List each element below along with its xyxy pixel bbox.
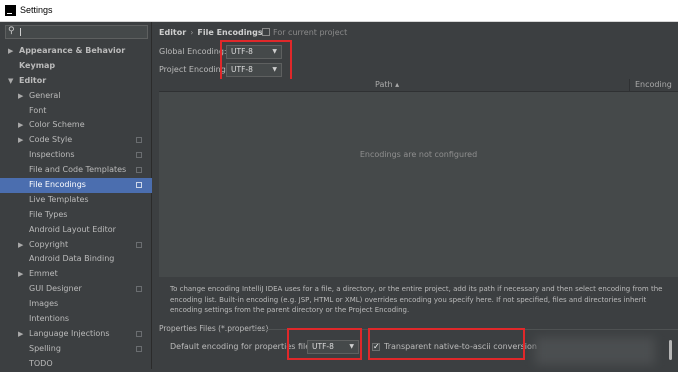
sidebar-item-label: Copyright [29,239,69,249]
sidebar-item-language-injections[interactable]: ▶ Language Injections [0,327,152,342]
scope-note: For current project [262,28,347,37]
sidebar-item-file-encodings[interactable]: File Encodings [0,178,152,193]
sidebar-item-label: Emmet [29,269,58,279]
sidebar-item-file-and-code-templates[interactable]: File and Code Templates [0,163,152,178]
table-header: Path ▴ Encoding [159,79,678,92]
sidebar-item-label: File Encodings [29,180,86,190]
sidebar-item-appearance-behavior[interactable]: ▶ Appearance & Behavior [0,44,152,59]
blurred-region [535,337,655,365]
sidebar-item-label: Language Injections [29,328,110,338]
sidebar-item-android-layout-editor[interactable]: Android Layout Editor [0,223,152,238]
sidebar-item-label: General [29,90,61,100]
column-header-encoding[interactable]: Encoding [629,79,672,91]
sidebar-item-file-types[interactable]: File Types [0,208,152,223]
settings-tree: ▶ Appearance & Behavior Keymap ▼ Editor ▶ Gene… [0,44,152,372]
sidebar-item-editor[interactable]: ▼ Editor [0,74,152,89]
sidebar-item-label: File and Code Templates [29,165,127,175]
table-empty-text: Encodings are not configured [359,150,478,159]
sidebar-item-code-style[interactable]: ▶ Code Style [0,133,152,148]
scrollbar-thumb[interactable] [669,340,672,360]
sidebar-item-gui-designer[interactable]: GUI Designer [0,282,152,297]
search-caret [20,28,21,36]
project-scope-icon [136,152,142,159]
expand-down-icon[interactable]: ▼ [8,74,13,89]
sidebar-item-label: Inspections [29,150,75,160]
expand-right-icon[interactable]: ▶ [18,327,23,342]
breadcrumb-current: File Encodings [197,28,263,37]
breadcrumb-separator: › [190,28,194,37]
sidebar-item-images[interactable]: Images [0,297,152,312]
project-scope-icon [136,330,142,337]
sidebar-item-spelling[interactable]: Spelling [0,342,152,357]
annotation-highlight-box [220,40,292,81]
breadcrumb-parent[interactable]: Editor [159,28,186,37]
sidebar-item-label: Editor [19,75,47,85]
encoding-description: To change encoding IntelliJ IDEA uses fo… [170,285,663,314]
sidebar-item-label: Intentions [29,314,70,324]
project-scope-icon [136,345,142,352]
sidebar-item-inspections[interactable]: Inspections [0,148,152,163]
file-encodings-panel: Editor › File Encodings For current projec… [152,22,678,369]
project-encoding-label: Project Encoding: [159,65,229,74]
sidebar-item-copyright[interactable]: ▶ Copyright [0,238,152,253]
sidebar-item-label: Live Templates [29,194,89,204]
column-header-path[interactable]: Path ▴ [375,80,399,89]
sidebar-item-label: Android Layout Editor [29,224,116,234]
sidebar-item-label: Code Style [29,135,73,145]
encodings-table[interactable]: Path ▴ Encoding Encodings are not config… [159,79,678,277]
sidebar-item-color-scheme[interactable]: ▶ Color Scheme [0,118,152,133]
project-scope-icon [136,286,142,293]
sidebar-item-keymap[interactable]: Keymap [0,59,152,74]
expand-right-icon[interactable]: ▶ [18,118,23,133]
sidebar-item-font[interactable]: Font [0,104,152,119]
scope-note-text: For current project [273,28,348,37]
project-scope-icon [262,28,270,36]
sidebar-item-general[interactable]: ▶ General [0,89,152,104]
project-scope-icon [136,167,142,174]
sidebar-item-label: Images [29,299,59,309]
annotation-highlight-box [368,328,525,360]
sidebar-item-label: Appearance & Behavior [19,46,126,55]
window-title: Settings [20,5,53,15]
window-titlebar: Settings [0,0,678,22]
expand-right-icon[interactable]: ▶ [18,267,23,282]
project-scope-icon [136,241,142,248]
sidebar-item-label: File Types [29,209,68,219]
expand-right-icon[interactable]: ▶ [18,133,23,148]
breadcrumb: Editor › File Encodings [159,28,263,37]
intellij-app-icon [5,5,16,16]
sidebar-item-label: TODO [29,358,53,368]
sidebar-item-android-data-binding[interactable]: Android Data Binding [0,252,152,267]
sidebar-item-emmet[interactable]: ▶ Emmet [0,267,152,282]
global-encoding-label: Global Encoding: [159,47,227,56]
search-icon: ⚲ [8,26,15,36]
sidebar-item-label: Keymap [19,60,56,70]
sidebar-item-todo[interactable]: TODO [0,357,152,372]
expand-right-icon[interactable]: ▶ [18,238,23,253]
sidebar-item-label: Android Data Binding [29,254,115,264]
sidebar-item-intentions[interactable]: Intentions [0,312,152,327]
expand-right-icon[interactable]: ▶ [8,44,13,59]
project-scope-icon [136,182,142,189]
settings-search-input[interactable]: ⚲ [5,25,148,39]
project-scope-icon [136,137,142,144]
expand-right-icon[interactable]: ▶ [18,89,23,104]
sidebar-item-label: Color Scheme [29,120,85,130]
annotation-highlight-box [287,328,362,360]
sidebar-item-label: Font [29,105,47,115]
sidebar-item-label: Spelling [29,343,61,353]
settings-sidebar: ⚲ ▶ Appearance & Behavior Keymap ▼ Editor ▶ Ge… [0,22,152,369]
sidebar-item-live-templates[interactable]: Live Templates [0,193,152,208]
sidebar-item-label: GUI Designer [29,284,82,294]
